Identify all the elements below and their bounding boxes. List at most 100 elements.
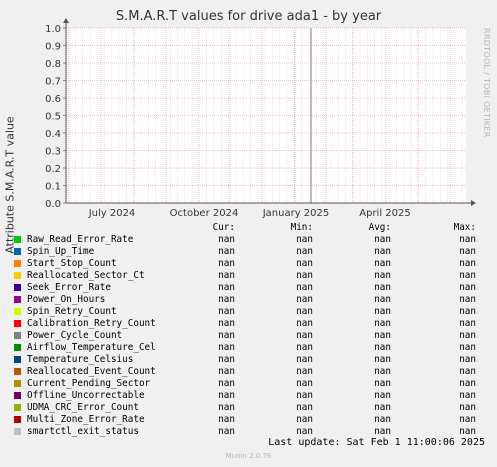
last-update: Last update: Sat Feb 1 11:00:06 2025 — [268, 437, 485, 448]
legend-value-min: nan — [296, 234, 313, 245]
legend-value-cur: nan — [218, 246, 235, 257]
legend-series-name: Multi_Zone_Error_Rate — [27, 414, 145, 425]
legend-row: Reallocated_Event_Count nan nan nan nan — [0, 366, 497, 378]
legend-value-avg: nan — [374, 234, 391, 245]
legend-series-name: smartctl_exit_status — [27, 426, 139, 437]
legend-swatch — [14, 356, 21, 363]
legend-value-max: nan — [459, 330, 476, 341]
legend-value-min: nan — [296, 342, 313, 353]
legend-value-min: nan — [296, 294, 313, 305]
legend-value-min: nan — [296, 426, 313, 437]
legend-value-min: nan — [296, 306, 313, 317]
legend-value-max: nan — [459, 342, 476, 353]
legend-value-avg: nan — [374, 426, 391, 437]
legend-value-cur: nan — [218, 390, 235, 401]
legend-row: Seek_Error_Rate nan nan nan nan — [0, 282, 497, 294]
legend-row: Spin_Retry_Count nan nan nan nan — [0, 306, 497, 318]
legend-row: Start_Stop_Count nan nan nan nan — [0, 258, 497, 270]
legend-swatch — [14, 272, 21, 279]
legend-series-name: Reallocated_Event_Count — [27, 366, 156, 377]
legend-row: Reallocated_Sector_Ct nan nan nan nan — [0, 270, 497, 282]
legend-series-name: Offline_Uncorrectable — [27, 390, 145, 401]
legend-value-max: nan — [459, 366, 476, 377]
legend-swatch — [14, 260, 21, 267]
legend-row: Multi_Zone_Error_Rate nan nan nan nan — [0, 414, 497, 426]
legend-value-min: nan — [296, 258, 313, 269]
legend-row: Temperature_Celsius nan nan nan nan — [0, 354, 497, 366]
legend-value-avg: nan — [374, 306, 391, 317]
legend-value-max: nan — [459, 318, 476, 329]
legend-value-cur: nan — [218, 282, 235, 293]
legend-series-name: UDMA_CRC_Error_Count — [27, 402, 139, 413]
legend-value-max: nan — [459, 354, 476, 365]
legend-value-cur: nan — [218, 294, 235, 305]
legend-swatch — [14, 332, 21, 339]
legend-swatch — [14, 284, 21, 291]
legend-value-cur: nan — [218, 306, 235, 317]
legend-value-min: nan — [296, 378, 313, 389]
legend-value-min: nan — [296, 246, 313, 257]
legend-value-min: nan — [296, 270, 313, 281]
legend-row: Power_On_Hours nan nan nan nan — [0, 294, 497, 306]
legend-swatch — [14, 392, 21, 399]
legend-series-name: Temperature_Celsius — [27, 354, 134, 365]
legend-series-name: Spin_Retry_Count — [27, 306, 117, 317]
legend-series-name: Seek_Error_Rate — [27, 282, 111, 293]
legend-value-avg: nan — [374, 402, 391, 413]
legend-header-max: Max: — [453, 222, 476, 233]
legend-value-avg: nan — [374, 246, 391, 257]
legend-value-cur: nan — [218, 234, 235, 245]
legend-value-min: nan — [296, 390, 313, 401]
legend-value-max: nan — [459, 282, 476, 293]
legend-value-avg: nan — [374, 366, 391, 377]
legend-header-cur: Cur: — [212, 222, 235, 233]
legend-value-min: nan — [296, 366, 313, 377]
legend-value-max: nan — [459, 390, 476, 401]
legend-series-name: Calibration_Retry_Count — [27, 318, 156, 329]
legend-row: Power_Cycle_Count nan nan nan nan — [0, 330, 497, 342]
legend-series-name: Current_Pending_Sector — [27, 378, 151, 389]
legend-value-cur: nan — [218, 414, 235, 425]
legend-value-avg: nan — [374, 390, 391, 401]
legend-value-max: nan — [459, 306, 476, 317]
legend-row: Calibration_Retry_Count nan nan nan nan — [0, 318, 497, 330]
legend-row: Current_Pending_Sector nan nan nan nan — [0, 378, 497, 390]
legend-swatch — [14, 428, 21, 435]
legend-swatch — [14, 416, 21, 423]
legend-value-cur: nan — [218, 354, 235, 365]
legend-value-cur: nan — [218, 330, 235, 341]
legend-value-avg: nan — [374, 282, 391, 293]
legend-value-cur: nan — [218, 366, 235, 377]
legend-swatch — [14, 404, 21, 411]
legend-value-min: nan — [296, 402, 313, 413]
legend-header-avg: Avg: — [368, 222, 391, 233]
legend-swatch — [14, 344, 21, 351]
legend-series-name: Reallocated_Sector_Ct — [27, 270, 145, 281]
legend-value-avg: nan — [374, 270, 391, 281]
legend-value-max: nan — [459, 294, 476, 305]
legend-value-avg: nan — [374, 294, 391, 305]
legend-row: Offline_Uncorrectable nan nan nan nan — [0, 390, 497, 402]
legend-value-cur: nan — [218, 426, 235, 437]
legend-row: Raw_Read_Error_Rate nan nan nan nan — [0, 234, 497, 246]
legend-header-min: Min: — [290, 222, 313, 233]
legend-value-max: nan — [459, 234, 476, 245]
legend-value-max: nan — [459, 402, 476, 413]
legend-swatch — [14, 320, 21, 327]
legend-value-min: nan — [296, 318, 313, 329]
legend-swatch — [14, 236, 21, 243]
legend-swatch — [14, 380, 21, 387]
legend-swatch — [14, 296, 21, 303]
legend-row: Spin_Up_Time nan nan nan nan — [0, 246, 497, 258]
version-label: Munin 2.0.76 — [225, 452, 272, 460]
legend: Cur: Min: Avg: Max: Raw_Read_Error_Raten… — [0, 0, 497, 467]
legend-series-name: Raw_Read_Error_Rate — [27, 234, 134, 245]
legend-swatch — [14, 248, 21, 255]
legend-value-cur: nan — [218, 342, 235, 353]
legend-value-cur: nan — [218, 378, 235, 389]
legend-value-min: nan — [296, 354, 313, 365]
legend-value-cur: nan — [218, 402, 235, 413]
legend-value-avg: nan — [374, 330, 391, 341]
legend-value-avg: nan — [374, 378, 391, 389]
legend-value-cur: nan — [218, 258, 235, 269]
